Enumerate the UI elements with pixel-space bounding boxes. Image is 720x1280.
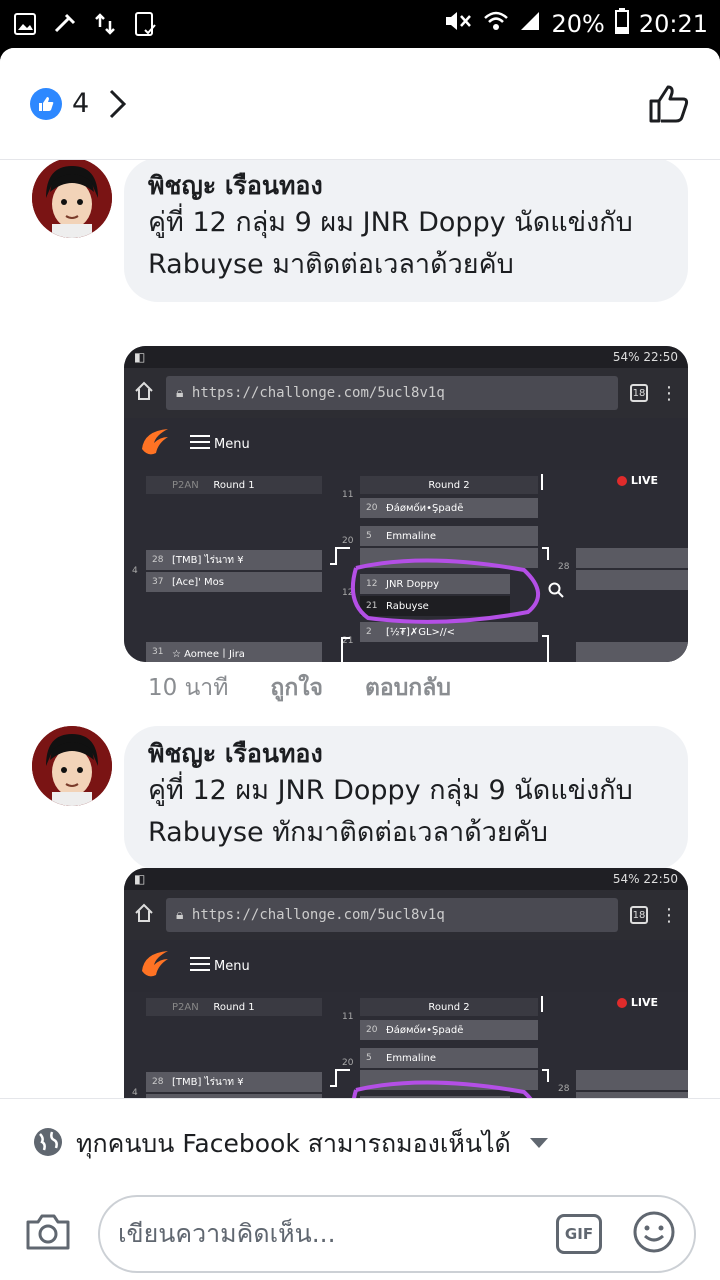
comment-time: 10 นาที	[148, 675, 229, 701]
like-button[interactable]: ถูกใจ	[270, 670, 323, 706]
attachment-url: 🔒︎ https://challonge.com/5ucl8v1q	[166, 898, 618, 932]
challonge-logo-icon	[138, 947, 172, 985]
attachment-status-text: 54% 22:50	[612, 872, 678, 886]
home-icon	[134, 903, 154, 927]
thumbs-up-icon[interactable]	[648, 83, 690, 125]
comment-image-attachment[interactable]: ◧ 54% 22:50 🔒︎ https://challonge.com/5uc…	[124, 868, 688, 1098]
reactions-header: 4	[0, 48, 720, 160]
comment-input[interactable]: เขียนความคิดเห็น... GIF	[98, 1195, 696, 1273]
emoji-icon[interactable]	[632, 1210, 676, 1258]
clock: 20:21	[638, 10, 708, 38]
mute-icon	[443, 9, 473, 39]
comment-bubble[interactable]: พิชญะ เรือนทอง คู่ที่ 12 กลุ่ม 9 ผม JNR …	[124, 160, 688, 302]
battery-percent: 20%	[551, 10, 605, 38]
gif-button[interactable]: GIF	[556, 1214, 602, 1254]
comment-image-attachment[interactable]: ◧ 54% 22:50 🔒︎ https://challonge.com/5uc…	[124, 346, 688, 662]
comments-sheet: 4 พิชญะ เรือนทอง คู่ที่ 12 กลุ่ม 9 ผม JN…	[0, 48, 720, 1280]
comment-author[interactable]: พิชญะ เรือนทอง	[148, 738, 664, 770]
more-vert-icon: ⋮	[660, 904, 678, 926]
lock-icon: 🔒︎	[176, 385, 184, 401]
globe-icon	[32, 1126, 64, 1162]
tournament-bracket: P2AN Round 1 Round 2 LIVE 11 20 Đáøмốи•Şpa…	[124, 470, 688, 662]
audience-selector[interactable]: ทุกคนบน Facebook สามารถมองเห็นได้	[0, 1098, 720, 1188]
home-icon	[134, 381, 154, 405]
attachment-status-text: 54% 22:50	[612, 350, 678, 364]
gallery-icon	[12, 11, 38, 37]
camera-icon[interactable]	[24, 1212, 72, 1256]
tournament-bracket: P2AN Round 1 Round 2 LIVE 11 20 Đáøмốи•Şpa…	[124, 992, 688, 1098]
more-vert-icon: ⋮	[660, 382, 678, 404]
audience-label[interactable]: ทุกคนบน Facebook สามารถมองเห็นได้	[76, 1124, 511, 1164]
attachment-url: 🔒︎ https://challonge.com/5ucl8v1q	[166, 376, 618, 410]
attachment-status-bar: ◧ 54% 22:50	[124, 346, 688, 368]
comment-actions: 10 นาที ถูกใจ ตอบกลับ	[148, 670, 451, 706]
caret-down-icon[interactable]	[529, 1134, 549, 1153]
comment-text: คู่ที่ 12 ผม JNR Doppy กลุ่ม 9 นัดแข่งกั…	[148, 775, 633, 848]
comment-input-placeholder[interactable]: เขียนความคิดเห็น...	[118, 1214, 556, 1254]
like-count[interactable]: 4	[72, 88, 89, 119]
comment-composer: เขียนความคิดเห็น... GIF	[0, 1188, 720, 1280]
comment-author[interactable]: พิชญะ เรือนทอง	[148, 170, 664, 202]
battery-icon	[614, 8, 629, 40]
comment-feed: พิชญะ เรือนทอง คู่ที่ 12 กลุ่ม 9 ผม JNR …	[0, 160, 720, 1098]
like-reaction-icon[interactable]	[30, 87, 62, 120]
avatar[interactable]	[32, 726, 112, 806]
reply-button[interactable]: ตอบกลับ	[365, 670, 451, 706]
comment-bubble[interactable]: พิชญะ เรือนทอง คู่ที่ 12 ผม JNR Doppy กล…	[124, 726, 688, 870]
hamburger-icon	[190, 956, 210, 976]
attachment-url-bar: 🔒︎ https://challonge.com/5ucl8v1q 18 ⋮	[124, 890, 688, 940]
transfer-icon	[92, 11, 118, 37]
chevron-right-icon[interactable]	[107, 88, 129, 120]
attachment-menu-label: Menu	[214, 958, 250, 974]
avatar[interactable]	[32, 160, 112, 238]
bracket-lines	[330, 996, 549, 1098]
hamburger-icon	[190, 434, 210, 454]
attachment-status-bar: ◧ 54% 22:50	[124, 868, 688, 890]
attachment-site-header: Menu	[124, 940, 688, 992]
attachment-notification-icon: ◧	[134, 872, 146, 886]
challonge-logo-icon	[138, 425, 172, 463]
comment-text: คู่ที่ 12 กลุ่ม 9 ผม JNR Doppy นัดแข่งกั…	[148, 207, 633, 280]
attachment-menu-label: Menu	[214, 436, 250, 452]
attachment-site-header: Menu	[124, 418, 688, 470]
attachment-url-bar: 🔒︎ https://challonge.com/5ucl8v1q 18 ⋮	[124, 368, 688, 418]
signal-icon	[519, 10, 541, 38]
tools-icon	[52, 11, 78, 37]
wifi-icon	[483, 9, 509, 39]
tabs-count: 18	[630, 906, 648, 924]
phone-check-icon	[132, 11, 158, 37]
status-bar: 20% 20:21	[0, 0, 720, 48]
bracket-lines	[330, 474, 549, 662]
tabs-count: 18	[630, 384, 648, 402]
lock-icon: 🔒︎	[176, 907, 184, 923]
attachment-notification-icon: ◧	[134, 350, 146, 364]
